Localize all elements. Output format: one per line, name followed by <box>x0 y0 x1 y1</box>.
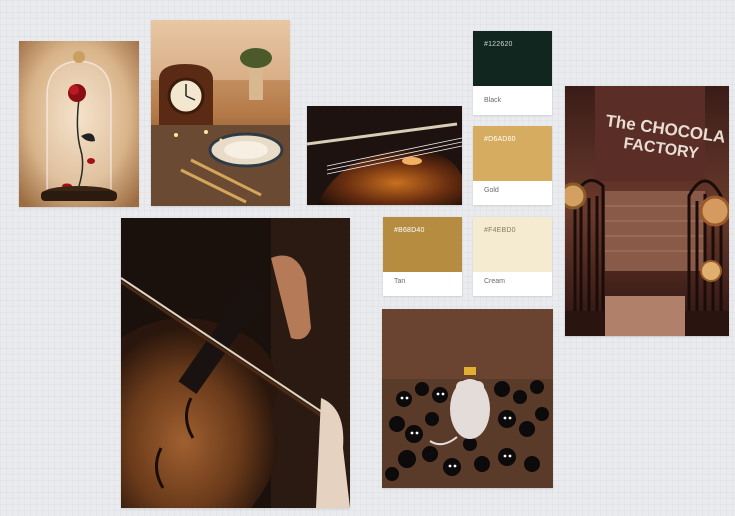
swatch-hex-code: #F4EBD0 <box>484 227 516 234</box>
swatch-color-chip <box>473 217 552 272</box>
photo-chocolate-factory[interactable]: The CHOCOLA FACTORY <box>565 86 729 336</box>
swatch-color-chip <box>473 31 552 86</box>
rose-under-glass-icon <box>19 41 139 207</box>
photo-rose-dome[interactable] <box>19 41 139 207</box>
factory-gate-icon: The CHOCOLA FACTORY <box>565 86 729 336</box>
swatch-cream[interactable]: #F4EBD0 Cream <box>473 217 552 296</box>
violin-strings-icon <box>307 106 462 205</box>
swatch-color-chip <box>473 126 552 181</box>
swatch-color-name: Tan <box>394 278 406 285</box>
swatch-color-chip <box>383 217 462 272</box>
swatch-black[interactable]: #122620 Black <box>473 31 552 115</box>
swatch-hex-code: #B68D40 <box>394 227 425 234</box>
swatch-color-name: Cream <box>484 278 506 285</box>
photo-soot-sprites[interactable] <box>382 309 553 488</box>
photo-clock-table[interactable] <box>151 20 290 206</box>
photo-violin-large[interactable] <box>121 218 350 508</box>
swatch-hex-code: #122620 <box>484 41 513 48</box>
swatch-hex-code: #D6AD60 <box>484 136 516 143</box>
swatch-color-name: Gold <box>484 187 499 194</box>
violin-player-icon <box>121 218 350 508</box>
swatch-tan[interactable]: #B68D40 Tan <box>383 217 462 296</box>
swatch-color-name: Black <box>484 97 502 104</box>
mouse-soot-sprites-icon <box>382 309 553 488</box>
photo-violin-small[interactable] <box>307 106 462 205</box>
swatch-gold[interactable]: #D6AD60 Gold <box>473 126 552 205</box>
clock-table-setting-icon <box>151 20 290 206</box>
